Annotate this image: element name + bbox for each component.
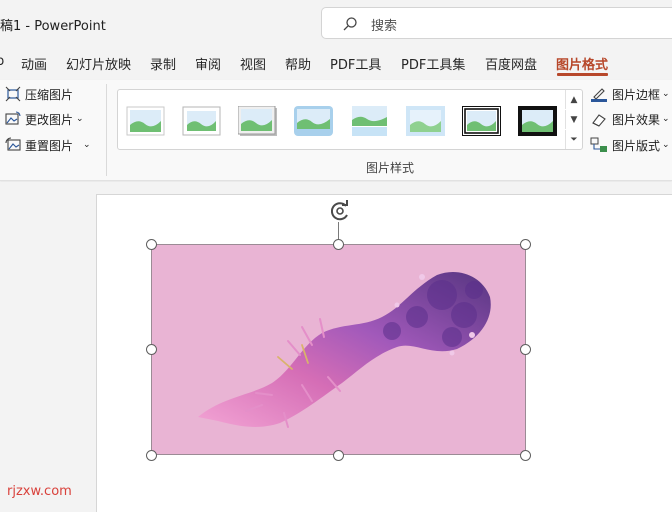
resize-handle-right[interactable] (520, 344, 531, 355)
ribbon-panel: 压缩图片 更改图片 ⌄ 重置图片 ⌄ ▲ ▼ ⏷ 图片样式 图片边框 ⌄ 图片效… (0, 80, 672, 181)
style-thumb-drop-shadow[interactable] (238, 106, 277, 136)
chevron-down-icon: ⌄ (662, 140, 670, 150)
site-watermark: rjzxw.com (7, 484, 72, 499)
tab-pdf-tools[interactable]: PDF工具 (330, 54, 381, 73)
reset-picture-label: 重置图片 (25, 138, 74, 153)
picture-border-button[interactable]: 图片边框 ⌄ (590, 84, 670, 104)
chevron-down-icon: ⌄ (83, 140, 91, 150)
group-divider (106, 84, 107, 176)
style-thumb-soft-edge[interactable] (406, 106, 445, 136)
resize-handle-top-right[interactable] (520, 239, 531, 250)
compress-icon (5, 86, 21, 102)
picture-styles-gallery (117, 89, 583, 150)
reset-picture-button[interactable]: 重置图片 ⌄ (5, 135, 91, 155)
chevron-down-icon: ⌄ (76, 114, 84, 124)
search-placeholder: 搜索 (371, 19, 398, 34)
compress-label: 压缩图片 (25, 87, 74, 102)
picture-border-label: 图片边框 (612, 87, 661, 102)
tab-review[interactable]: 审阅 (195, 54, 221, 73)
effects-icon (592, 114, 606, 127)
pen-border-icon (591, 88, 607, 102)
search-icon (343, 17, 357, 31)
resize-handle-bottom[interactable] (333, 450, 344, 461)
change-picture-button[interactable]: 更改图片 ⌄ (5, 109, 84, 129)
tab-view[interactable]: 视图 (240, 54, 266, 73)
layout-icon (590, 137, 607, 152)
picture-layout-label: 图片版式 (612, 138, 661, 153)
style-thumb-simple-frame[interactable] (126, 106, 165, 136)
expand-gallery-icon: ⏷ (570, 134, 578, 145)
chevron-down-icon: ▼ (570, 114, 578, 125)
chevron-down-icon: ⌄ (662, 89, 670, 99)
picture-styles-group-label: 图片样式 (366, 161, 415, 175)
rotate-handle-icon[interactable] (328, 199, 352, 223)
chevron-down-icon: ⌄ (662, 114, 670, 124)
style-thumb-reflected[interactable] (350, 106, 389, 136)
coral-flower-image (198, 271, 491, 428)
active-tab-indicator (557, 73, 608, 76)
tab-baidu-netdisk[interactable]: 百度网盘 (485, 54, 537, 73)
style-thumb-thick-matte-black[interactable] (518, 106, 557, 136)
picture-effects-label: 图片效果 (612, 112, 661, 127)
style-thumb-white-border[interactable] (182, 106, 221, 136)
style-thumb-double-frame-black[interactable] (462, 106, 501, 136)
tab-slideshow[interactable]: 幻灯片放映 (66, 54, 131, 73)
gallery-scroll-up[interactable]: ▲ (565, 90, 582, 109)
picture-layout-button[interactable]: 图片版式 ⌄ (590, 135, 670, 155)
resize-handle-left[interactable] (146, 344, 157, 355)
gallery-scroll-down[interactable]: ▼ (565, 110, 582, 129)
style-thumb-rounded-diagonal[interactable] (294, 106, 333, 136)
tab-record[interactable]: 录制 (150, 54, 176, 73)
tab-pdf-toolset[interactable]: PDF工具集 (401, 54, 465, 73)
resize-handle-bottom-left[interactable] (146, 450, 157, 461)
gallery-scroll: ▲ ▼ ⏷ (565, 90, 582, 149)
tab-partial[interactable]: b (0, 54, 4, 69)
change-picture-label: 更改图片 (25, 112, 74, 127)
picture-effects-button[interactable]: 图片效果 ⌄ (590, 109, 670, 129)
resize-handle-top[interactable] (333, 239, 344, 250)
tab-help[interactable]: 帮助 (285, 54, 311, 73)
search-box[interactable]: 搜索 (321, 7, 672, 39)
gallery-more-button[interactable]: ⏷ (565, 130, 582, 149)
resize-handle-bottom-right[interactable] (520, 450, 531, 461)
selected-picture[interactable] (151, 244, 526, 455)
reset-picture-icon (5, 137, 21, 151)
tab-picture-format[interactable]: 图片格式 (556, 54, 608, 73)
chevron-up-icon: ▲ (570, 94, 578, 105)
tab-animations[interactable]: 动画 (21, 54, 47, 73)
compress-pictures-button[interactable]: 压缩图片 (5, 84, 73, 104)
document-title: 稿1 - PowerPoint (0, 19, 106, 34)
title-bar: 稿1 - PowerPoint 搜索 (0, 0, 672, 46)
change-picture-icon (5, 111, 21, 125)
resize-handle-top-left[interactable] (146, 239, 157, 250)
